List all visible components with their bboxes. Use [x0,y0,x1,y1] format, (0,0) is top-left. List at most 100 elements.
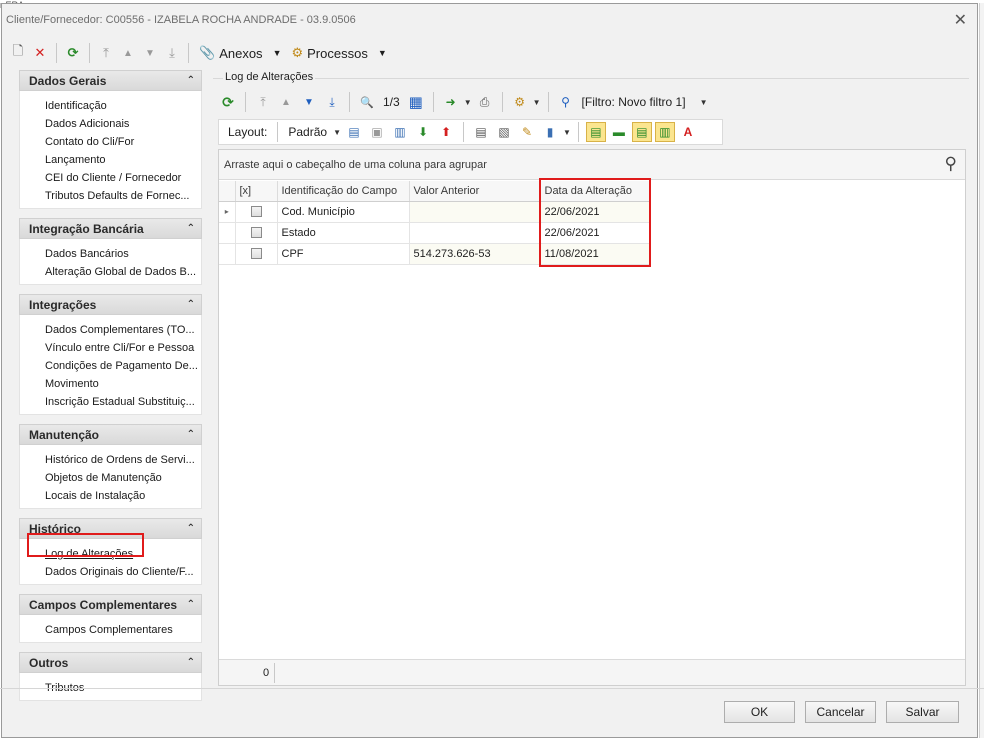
chevron-down-icon[interactable]: ▼ [700,98,708,107]
nav-item[interactable]: CEI do Cliente / Fornecedor [45,169,201,187]
row-checkbox[interactable] [250,206,262,218]
nav-item[interactable]: Vínculo entre Cli/For e Pessoa [45,339,201,357]
nav-item[interactable]: Tributos Defaults de Fornec... [45,187,201,205]
gears-icon[interactable]: ⚙ [510,92,530,112]
nav-group-header[interactable]: Integração Bancária ⌃ [19,218,202,239]
filter-selector[interactable]: [Filtro: Novo filtro 1] [579,95,689,109]
font-icon[interactable]: A [678,122,698,142]
layout-import-icon[interactable]: ⬇ [413,122,433,142]
nav-group-header[interactable]: Integrações ⌃ [19,294,202,315]
cancel-button[interactable]: Cancelar [805,701,876,723]
nav-item[interactable]: Identificação [45,97,201,115]
refresh-icon[interactable]: ⟳ [63,42,83,64]
column-header-field[interactable]: Identificação do Campo [277,181,410,202]
nav-item[interactable]: Movimento [45,375,201,393]
refresh-icon[interactable]: ⟳ [218,92,238,112]
group-by-panel[interactable]: Arraste aqui o cabeçalho de uma coluna p… [219,150,965,180]
column-header-previous-value[interactable]: Valor Anterior [409,181,541,202]
previous-record-icon[interactable]: ▲ [118,42,138,64]
column-header-select[interactable]: [x] [235,181,278,202]
collapse-icon[interactable]: ⌃ [187,75,195,86]
nav-item[interactable]: Dados Adicionais [45,115,201,133]
delete-icon[interactable]: ✕ [30,42,50,64]
nav-item[interactable]: Objetos de Manutenção [45,469,201,487]
table-row[interactable]: Estado 22/06/2021 [219,222,651,244]
table-row[interactable]: ▸ Cod. Município 22/06/2021 [219,201,651,223]
collapse-icon[interactable]: ⌃ [187,657,195,668]
nav-item[interactable]: Condições de Pagamento De... [45,357,201,375]
collapse-icon[interactable]: ⌃ [187,429,195,440]
group-panel-toggle-icon[interactable]: ▤ [585,122,606,142]
nav-item[interactable]: Dados Bancários [45,245,201,263]
search-icon[interactable]: ⚲ [945,154,957,174]
nav-item[interactable]: Inscrição Estadual Substituiç... [45,393,201,411]
indicator-toggle-icon[interactable]: ▥ [654,122,675,142]
next-record-icon[interactable]: ▼ [299,92,319,112]
ok-button[interactable]: OK [724,701,795,723]
layout-view-icon[interactable]: ▤ [471,122,491,142]
change-date-cell[interactable]: 22/06/2021 [540,201,651,223]
nav-group-header[interactable]: Outros ⌃ [19,652,202,673]
layout-view-icon[interactable]: ▥ [390,122,410,142]
chart-icon[interactable]: ▮ [540,122,560,142]
previous-value-cell[interactable]: 514.273.626-53 [409,243,541,265]
header-toggle-icon[interactable]: ▤ [631,122,652,142]
field-cell[interactable]: Cod. Município [277,201,410,223]
layout-view-icon[interactable]: ▣ [367,122,387,142]
close-icon[interactable]: ✕ [954,10,967,30]
collapse-icon[interactable]: ⌃ [187,223,195,234]
chevron-down-icon[interactable]: ▼ [333,128,341,137]
collapse-icon[interactable]: ⌃ [187,299,195,310]
row-checkbox[interactable] [250,227,262,239]
layout-edit-icon[interactable]: ✎ [517,122,537,142]
save-button[interactable]: Salvar [886,701,959,723]
table-row[interactable]: CPF 514.273.626-53 11/08/2021 [219,243,651,265]
layout-view-icon[interactable]: ▧ [494,122,514,142]
print-icon[interactable]: ⎙ [475,92,495,112]
processes-menu[interactable]: ⚙ Processos ▼ [287,45,390,61]
previous-value-cell[interactable] [409,222,541,244]
chevron-down-icon[interactable]: ▼ [533,98,541,107]
nav-item[interactable]: Dados Complementares (TO... [45,321,201,339]
calendar-icon[interactable]: ▦ [406,92,426,112]
new-record-icon[interactable]: 🗋 [8,42,28,64]
nav-item[interactable]: Locais de Instalação [45,487,201,505]
nav-group-header[interactable]: Campos Complementares ⌃ [19,594,202,615]
nav-group-header[interactable]: Manutenção ⌃ [19,424,202,445]
change-date-cell[interactable]: 22/06/2021 [540,222,651,244]
nav-item[interactable]: Lançamento [45,151,201,169]
previous-value-cell[interactable] [409,201,541,223]
first-record-icon[interactable]: ⤒ [96,42,116,64]
row-checkbox[interactable] [250,248,262,260]
chevron-down-icon[interactable]: ▼ [563,128,571,137]
nav-item-log-alteracoes[interactable]: Log de Alterações [45,545,201,563]
nav-group-header[interactable]: Histórico ⌃ [19,518,202,539]
last-record-icon[interactable]: ⤓ [322,92,342,112]
first-record-icon[interactable]: ⤒ [253,92,273,112]
layout-export-icon[interactable]: ⬆ [436,122,456,142]
nav-item[interactable]: Campos Complementares [45,621,201,639]
change-date-cell[interactable]: 11/08/2021 [540,243,651,265]
previous-record-icon[interactable]: ▲ [276,92,296,112]
nav-item[interactable]: Alteração Global de Dados B... [45,263,201,281]
column-header-change-date[interactable]: Data da Alteração [540,181,651,202]
footer-toggle-icon[interactable]: ▬ [609,122,629,142]
nav-group-header[interactable]: Dados Gerais ⌃ [19,70,202,91]
next-record-icon[interactable]: ▼ [140,42,160,64]
export-icon[interactable]: ➜ [441,92,461,112]
field-cell[interactable]: Estado [277,222,410,244]
filter-icon[interactable]: ⚲ [556,92,576,112]
layout-view-icon[interactable]: ▤ [344,122,364,142]
last-record-icon[interactable]: ⤓ [162,42,182,64]
field-cell[interactable]: CPF [277,243,410,265]
chevron-down-icon[interactable]: ▼ [464,98,472,107]
row-checkbox-cell [235,243,278,265]
layout-preset-selector[interactable]: Padrão [285,125,330,139]
nav-item[interactable]: Histórico de Ordens de Servi... [45,451,201,469]
binoculars-icon[interactable]: 🔍 [357,92,377,112]
nav-item[interactable]: Dados Originais do Cliente/F... [45,563,201,581]
collapse-icon[interactable]: ⌃ [187,523,195,534]
nav-item[interactable]: Contato do Cli/For [45,133,201,151]
attachments-menu[interactable]: 📎 Anexos ▼ [195,45,285,61]
collapse-icon[interactable]: ⌃ [187,599,195,610]
